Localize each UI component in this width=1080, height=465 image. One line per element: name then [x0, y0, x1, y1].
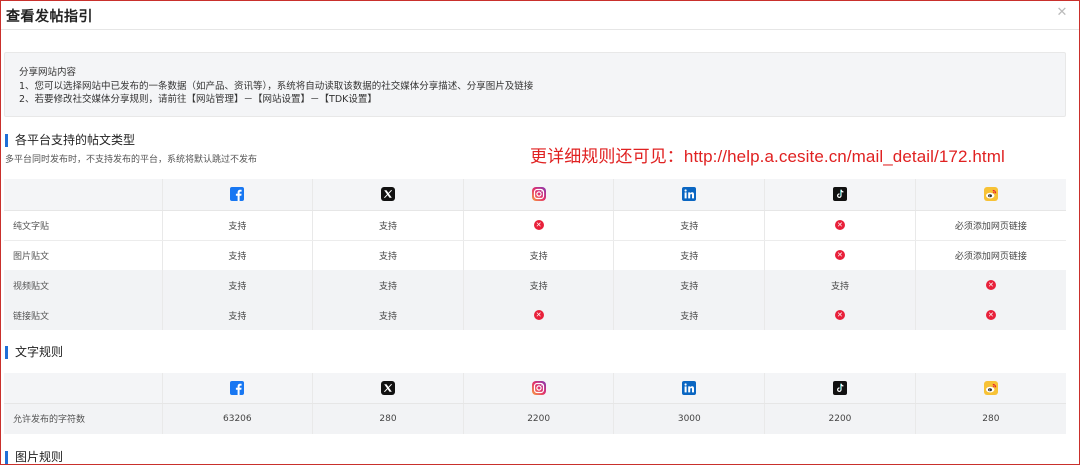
notice-line-2: 2、若要修改社交媒体分享规则，请前往【网站管理】－【网站设置】－【TDK设置】 — [19, 94, 377, 105]
cell-unsupported: ✕ — [764, 300, 916, 330]
x-circle-icon: ✕ — [834, 250, 845, 260]
close-icon[interactable]: ✕ — [1054, 5, 1070, 21]
cell: 支持 — [613, 210, 766, 241]
text-rules-table: 允许发布的字符数 63206 280 2200 3000 2200 280 — [4, 373, 1066, 434]
x-circle-icon: ✕ — [834, 219, 845, 230]
dialog: 查看发帖指引 ✕ 分享网站内容 1、您可以选择网站中已发布的一条数据（如产品、资… — [0, 0, 1080, 465]
header-facebook — [162, 373, 314, 404]
header-x — [312, 179, 464, 211]
header-tiktok — [764, 179, 916, 211]
table-row: 视频贴文 支持 支持 支持 支持 支持 ✕ — [4, 270, 1066, 300]
weibo-icon — [983, 187, 998, 202]
cell: 2200 — [463, 403, 615, 434]
cell: 支持 — [764, 270, 916, 300]
cell: 支持 — [162, 240, 314, 270]
facebook-icon — [230, 187, 245, 202]
cell: 支持 — [312, 240, 464, 270]
cell-unsupported: ✕ — [915, 270, 1066, 300]
header-x — [312, 373, 464, 404]
cell: 63206 — [162, 403, 314, 434]
instagram-icon — [531, 187, 546, 202]
post-types-table: 纯文字贴 支持 支持 ✕ 支持 ✕ 必须添加网页链接 图片贴文 支持 支持 支持… — [4, 179, 1066, 330]
cell-unsupported: ✕ — [915, 300, 1066, 330]
section-title-text-rules: 文字规则 — [5, 346, 63, 359]
row-label: 视频贴文 — [4, 270, 163, 300]
header-empty-cell — [4, 373, 163, 404]
cell: 支持 — [312, 300, 464, 330]
cell: 280 — [312, 403, 464, 434]
header-weibo — [915, 179, 1066, 211]
cell-unsupported: ✕ — [764, 210, 916, 241]
x-icon — [380, 187, 395, 202]
section-subtitle-post-types: 多平台同时发布时，不支持发布的平台，系统将默认跳过不发布 — [5, 155, 258, 165]
cell: 必须添加网页链接 — [915, 210, 1066, 241]
cell: 必须添加网页链接 — [954, 251, 1027, 262]
header-empty-cell — [4, 179, 163, 211]
header-tiktok — [764, 373, 916, 404]
notice-line-1: 1、您可以选择网站中已发布的一条数据（如产品、资讯等），系统将自动读取该数据的社… — [19, 80, 534, 92]
cell: 支持 — [613, 270, 766, 300]
help-link-note: 更详细规则还可见：http://help.a.cesite.cn/mail_de… — [530, 147, 1005, 166]
linkedin-icon — [682, 380, 697, 395]
section-title-post-types: 各平台支持的帖文类型 — [5, 134, 135, 147]
header-weibo — [915, 373, 1066, 404]
header-instagram — [463, 373, 615, 404]
x-circle-icon: ✕ — [533, 309, 544, 320]
header-instagram — [463, 179, 615, 211]
dialog-header: 查看发帖指引 ✕ — [1, 1, 1079, 30]
table-header-row — [4, 179, 1066, 211]
cell-unsupported: ✕ — [764, 240, 916, 270]
table-header-row — [4, 373, 1066, 404]
tiktok-icon — [832, 187, 847, 202]
cell: 支持 — [162, 270, 314, 300]
cell: 支持 — [613, 240, 766, 270]
weibo-icon — [983, 380, 998, 395]
dialog-title: 查看发帖指引 — [6, 9, 93, 25]
table-row: 链接贴文 支持 支持 ✕ 支持 ✕ ✕ — [4, 300, 1066, 330]
cell: 2200 — [764, 403, 916, 434]
row-label: 链接贴文 — [4, 300, 163, 330]
table-row: 纯文字贴 支持 支持 ✕ 支持 ✕ 必须添加网页链接 — [4, 210, 1066, 241]
row-label: 图片贴文 — [4, 240, 163, 270]
row-label: 允许发布的字符数 — [4, 403, 163, 434]
cell: 280 — [915, 403, 1066, 434]
cell-unsupported: ✕ — [463, 300, 615, 330]
header-linkedin — [613, 373, 766, 404]
info-notice: 分享网站内容 1、您可以选择网站中已发布的一条数据（如产品、资讯等），系统将自动… — [4, 52, 1066, 117]
x-icon — [380, 380, 395, 395]
table-row: 图片贴文 支持 支持 支持 支持 ✕ 必须添加网页链接 — [4, 240, 1066, 270]
tiktok-icon — [832, 380, 847, 395]
x-circle-icon: ✕ — [985, 279, 996, 290]
x-circle-icon: ✕ — [834, 309, 845, 320]
notice-heading: 分享网站内容 — [19, 67, 77, 78]
x-circle-icon: ✕ — [533, 219, 544, 230]
linkedin-icon — [682, 187, 697, 202]
x-circle-icon: ✕ — [985, 309, 996, 320]
facebook-icon — [230, 380, 245, 395]
cell: 支持 — [312, 210, 464, 241]
cell: 支持 — [312, 270, 464, 300]
table-row: 允许发布的字符数 63206 280 2200 3000 2200 280 — [4, 403, 1066, 434]
cell-unsupported: ✕ — [463, 210, 615, 241]
cell: 支持 — [162, 210, 314, 241]
header-facebook — [162, 179, 314, 211]
header-linkedin — [613, 179, 766, 211]
cell: 支持 — [463, 240, 615, 270]
row-label: 纯文字贴 — [4, 210, 163, 241]
section-title-image-rules: 图片规则 — [5, 451, 63, 464]
cell: 支持 — [613, 300, 766, 330]
cell: 支持 — [463, 270, 615, 300]
instagram-icon — [531, 380, 546, 395]
cell: 支持 — [162, 300, 314, 330]
cell: 3000 — [613, 403, 766, 434]
